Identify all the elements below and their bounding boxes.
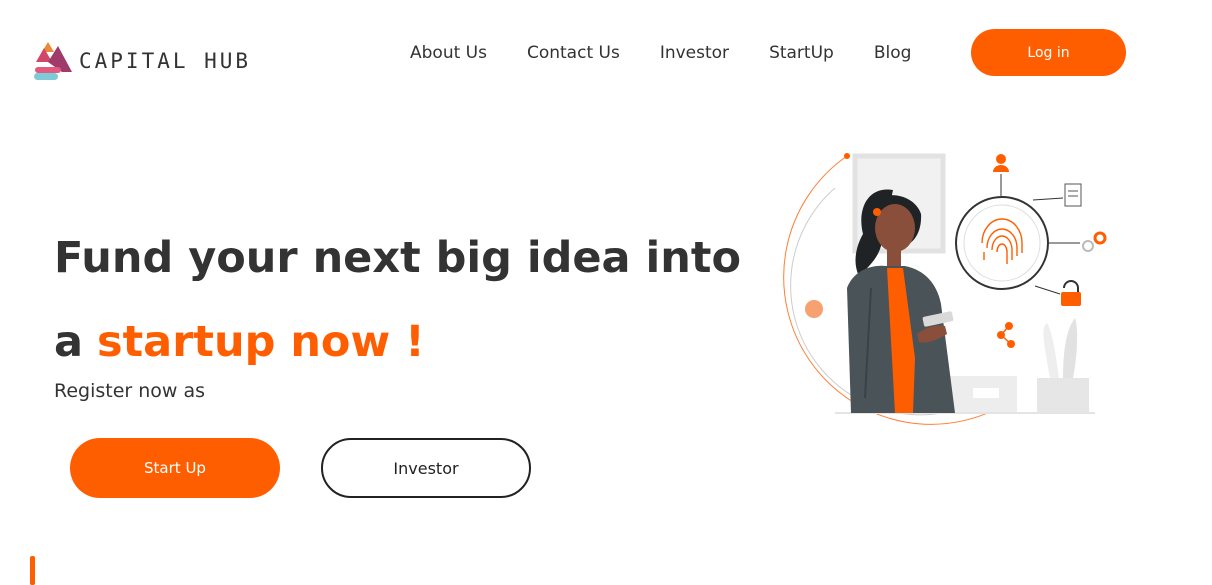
nav-item-about-us[interactable]: About Us — [390, 40, 507, 66]
hero-title-highlight: startup now ! — [97, 317, 425, 367]
hero-title-prefix: a — [54, 317, 84, 367]
nav-item-investor[interactable]: Investor — [640, 40, 749, 66]
brand-name: CAPITAL HUB — [79, 49, 252, 73]
brand-logo[interactable]: CAPITAL HUB — [32, 40, 251, 82]
site-header: CAPITAL HUB About Us Contact Us Investor… — [0, 0, 1212, 105]
nav-item-blog[interactable]: Blog — [854, 40, 932, 66]
hero-title-line2: a startup now ! — [54, 300, 774, 384]
hero-illustration — [783, 153, 1107, 425]
section-accent-bar — [30, 556, 35, 585]
main-nav: About Us Contact Us Investor StartUp Blo… — [390, 40, 931, 66]
login-button[interactable]: Log in — [971, 29, 1126, 76]
register-investor-button[interactable]: Investor — [321, 438, 531, 498]
nav-item-startup[interactable]: StartUp — [749, 40, 854, 66]
capital-hub-logo-icon — [34, 42, 72, 80]
register-startup-button[interactable]: Start Up — [70, 438, 280, 498]
register-subtitle: Register now as — [54, 380, 206, 402]
nav-item-contact-us[interactable]: Contact Us — [507, 40, 640, 66]
hero-title-line1: Fund your next big idea into — [54, 233, 741, 283]
hero-title: Fund your next big idea into a startup no… — [54, 216, 774, 384]
